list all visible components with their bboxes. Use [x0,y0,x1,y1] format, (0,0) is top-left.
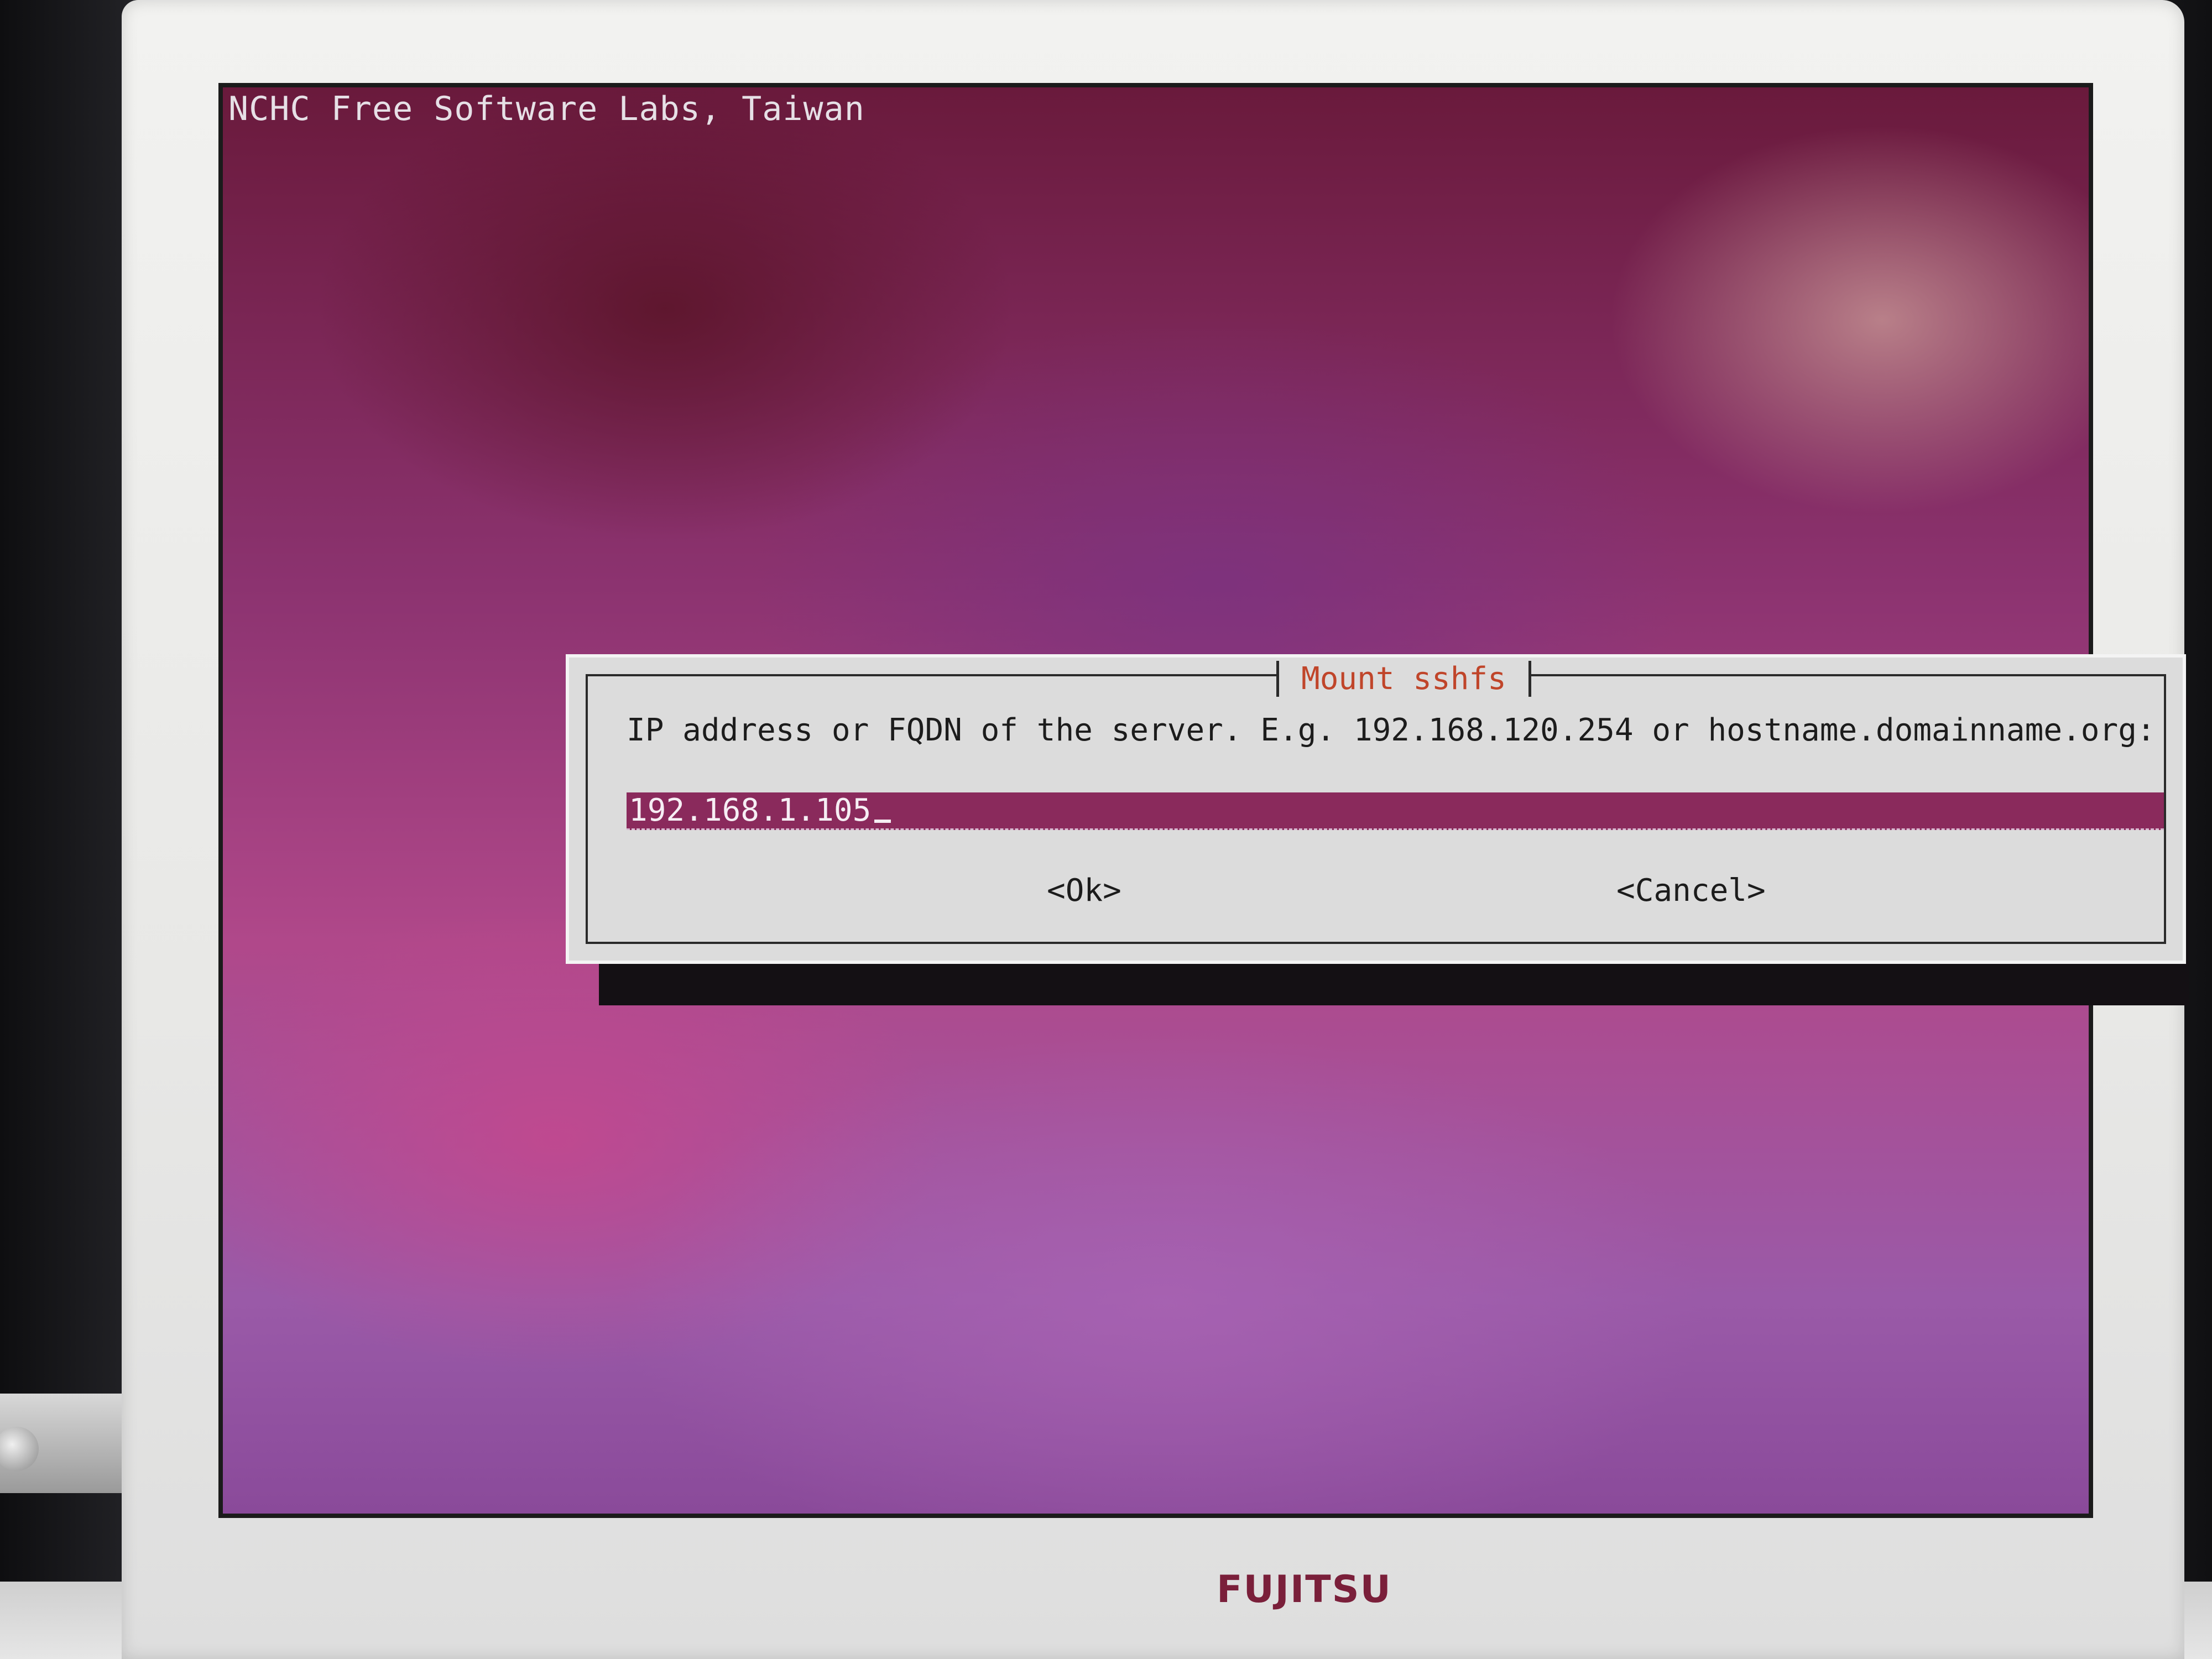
mount-sshfs-dialog: Mount sshfs IP address or FQDN of the se… [566,654,2186,964]
dialog-prompt: IP address or FQDN of the server. E.g. 1… [627,712,2156,748]
server-address-input[interactable]: 192.168.1.105 [627,792,2164,830]
cancel-button[interactable]: <Cancel> [1616,873,1766,909]
dialog-frame: Mount sshfs IP address or FQDN of the se… [586,661,2166,944]
server-address-value: 192.168.1.105 [629,792,872,828]
dialog-title: Mount sshfs [1276,661,1531,697]
text-cursor [874,820,891,823]
photo-scene: FUJITSU NCHC Free Software Labs, Taiwan … [0,0,2212,1659]
ok-button[interactable]: <Ok> [1047,873,1121,909]
screen-header: NCHC Free Software Labs, Taiwan [228,90,865,128]
monitor-brand-logo: FUJITSU [1217,1568,1392,1611]
monitor-screen: NCHC Free Software Labs, Taiwan Mount ss… [218,83,2189,1518]
